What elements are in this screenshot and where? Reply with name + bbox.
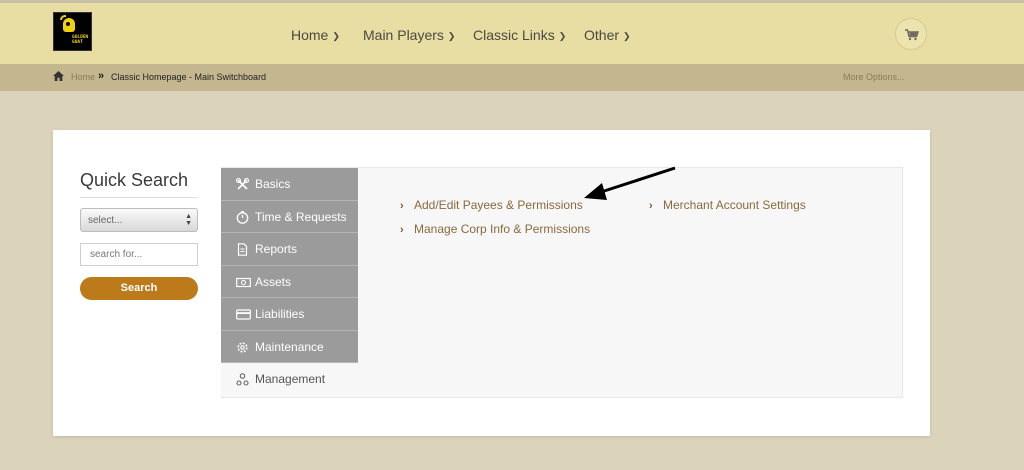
breadcrumb-current: Classic Homepage - Main Switchboard	[111, 72, 267, 82]
chevron-right-icon: ›	[400, 224, 404, 236]
breadcrumb: Home » Classic Homepage - Main Switchboa…	[0, 64, 1024, 91]
tab-time-requests-label: Time & Requests	[255, 209, 347, 224]
tab-liabilities-label: Liabilities	[255, 307, 305, 321]
logo-text: GOLDEN GOAT	[72, 35, 88, 45]
breadcrumb-separator: »	[98, 70, 105, 82]
home-icon[interactable]	[53, 71, 64, 81]
select-arrows-icon: ▲ ▼	[185, 213, 192, 227]
manage-corp-info-label: Manage Corp Info & Permissions	[414, 222, 591, 236]
tab-management-label: Management	[255, 372, 326, 386]
tab-assets-label: Assets	[255, 274, 292, 289]
credit-card-icon	[236, 309, 251, 320]
tab-maintenance-label: Maintenance	[255, 339, 324, 354]
nav-classic-links-label: Classic Links	[473, 27, 555, 43]
tools-icon	[236, 178, 249, 190]
site-header: GOLDEN GOAT Home ❯ Main Players ❯ Classic …	[0, 0, 1024, 64]
tab-reports-label: Reports	[255, 242, 298, 256]
tab-time-requests[interactable]: Time & Requests	[221, 200, 358, 233]
quick-search-title: Quick Search	[80, 170, 189, 190]
quick-search-divider	[80, 197, 198, 198]
gear-icon	[237, 341, 248, 353]
nav-main-players[interactable]: Main Players ❯	[363, 27, 455, 43]
add-edit-payees-label: Add/Edit Payees & Permissions	[414, 198, 583, 212]
tab-reports[interactable]: Reports	[221, 233, 358, 266]
quick-search-input[interactable]	[80, 243, 198, 266]
manage-corp-info-link[interactable]: › Manage Corp Info & Permissions	[400, 222, 590, 236]
merchant-account-settings-label: Merchant Account Settings	[663, 198, 806, 212]
more-options-link[interactable]: More Options...	[843, 72, 905, 82]
nav-main-players-label: Main Players	[363, 27, 444, 43]
category-tabs: Basics Time & Requests Reports Assets Li…	[221, 168, 358, 396]
nav-classic-links[interactable]: Classic Links ❯	[473, 27, 566, 43]
search-button[interactable]: Search	[80, 277, 198, 300]
stopwatch-icon	[236, 210, 249, 224]
nav-home-label: Home	[291, 27, 329, 43]
cart-icon	[905, 29, 919, 41]
golden-goat-logo[interactable]: GOLDEN GOAT	[53, 12, 92, 51]
add-edit-payees-link[interactable]: › Add/Edit Payees & Permissions	[400, 198, 583, 212]
quick-search-select-value: select...	[88, 215, 123, 226]
money-icon	[236, 277, 251, 287]
chevron-down-icon: ❯	[332, 31, 340, 41]
chevron-down-icon: ❯	[558, 31, 567, 41]
nav-other[interactable]: Other ❯	[584, 27, 631, 43]
breadcrumb-home-link[interactable]: Home	[71, 72, 95, 82]
users-icon	[236, 373, 249, 386]
tab-basics[interactable]: Basics	[221, 168, 358, 201]
logo-text-line2: GOAT	[72, 40, 83, 45]
document-icon	[237, 243, 248, 256]
tab-basics-label: Basics	[255, 177, 291, 191]
tab-liabilities[interactable]: Liabilities	[221, 298, 358, 331]
chevron-down-icon: ❯	[447, 31, 456, 41]
goat-head-shape	[63, 18, 75, 32]
tab-assets[interactable]: Assets	[221, 265, 358, 298]
tab-management[interactable]: Management	[221, 363, 358, 396]
quick-search-select[interactable]: select... ▲ ▼	[80, 208, 198, 232]
annotation-arrow-icon	[584, 166, 676, 200]
chevron-down-icon: ❯	[623, 31, 631, 41]
nav-home[interactable]: Home ❯	[291, 27, 340, 43]
cart-button[interactable]	[895, 18, 927, 50]
tab-maintenance[interactable]: Maintenance	[221, 330, 358, 363]
chevron-right-icon: ›	[400, 200, 404, 212]
nav-other-label: Other	[584, 27, 620, 43]
